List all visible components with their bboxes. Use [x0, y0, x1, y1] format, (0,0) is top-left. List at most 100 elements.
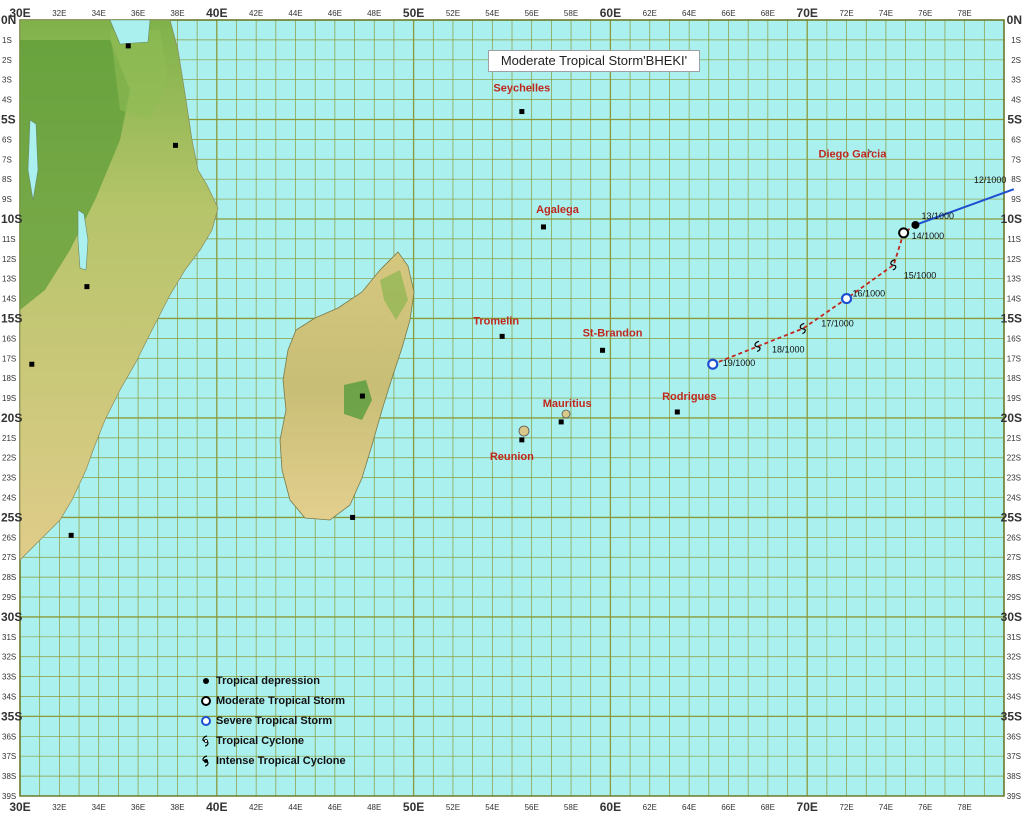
- legend: Tropical depression Moderate Tropical St…: [200, 673, 346, 773]
- lon-label-top: 44E: [288, 9, 302, 18]
- station-marker: [172, 142, 178, 148]
- lat-label-right: 7S: [1011, 155, 1021, 164]
- lat-label-left: 32S: [2, 653, 16, 662]
- place-label: Rodrigues: [662, 391, 716, 403]
- tropical-depression-marker: [911, 220, 920, 229]
- lat-label-left: 23S: [2, 474, 16, 483]
- map-canvas: Seychelles Diego Garcia Agalega Tromelin St-…: [1, 6, 1022, 814]
- lat-label-left: 7S: [2, 155, 12, 164]
- severe-storm-marker: [707, 358, 719, 370]
- lat-label-right: 15S: [1001, 311, 1022, 325]
- lon-label-top: 52E: [446, 9, 460, 18]
- track-point-label: 16/1000: [853, 289, 886, 299]
- station-marker: [558, 419, 564, 425]
- lat-label-left: 29S: [2, 593, 16, 602]
- lat-label-left: 20S: [1, 411, 22, 425]
- lat-label-right: 14S: [1007, 295, 1021, 304]
- lon-label-bottom: 68E: [761, 803, 775, 812]
- station-marker: [519, 437, 525, 443]
- station-marker: [125, 43, 131, 49]
- lon-label-bottom: 70E: [797, 800, 818, 814]
- lat-label-left: 15S: [1, 311, 22, 325]
- lon-label-top: 78E: [958, 9, 972, 18]
- lat-label-left: 21S: [2, 434, 16, 443]
- track-point-label: 19/1000: [723, 358, 756, 368]
- lon-label-bottom: 42E: [249, 803, 263, 812]
- legend-label: Tropical depression: [216, 675, 320, 687]
- lon-label-top: 46E: [328, 9, 342, 18]
- legend-item: Severe Tropical Storm: [200, 713, 346, 733]
- lat-label-right: 38S: [1007, 772, 1021, 781]
- lat-label-right: 35S: [1001, 709, 1022, 723]
- lon-label-bottom: 56E: [525, 803, 539, 812]
- lon-label-bottom: 72E: [839, 803, 853, 812]
- lat-label-left: 11S: [2, 235, 16, 244]
- station-marker: [674, 409, 680, 415]
- lon-label-top: 54E: [485, 9, 499, 18]
- lat-label-left: 28S: [2, 573, 16, 582]
- lon-label-bottom: 40E: [206, 800, 227, 814]
- place-label: Diego Garcia: [819, 148, 888, 160]
- lat-label-left: 14S: [2, 295, 16, 304]
- lon-label-top: 68E: [761, 9, 775, 18]
- lat-label-right: 3S: [1011, 76, 1021, 85]
- lat-label-right: 32S: [1007, 653, 1021, 662]
- lon-label-bottom: 30E: [9, 800, 30, 814]
- lat-label-right: 5S: [1007, 112, 1022, 126]
- legend-label: Intense Tropical Cyclone: [216, 755, 346, 767]
- station-marker: [540, 224, 546, 230]
- lon-label-bottom: 34E: [92, 803, 106, 812]
- lat-label-left: 19S: [2, 394, 16, 403]
- lat-label-left: 2S: [2, 56, 12, 65]
- lat-label-left: 18S: [2, 374, 16, 383]
- legend-item: Intense Tropical Cyclone: [200, 753, 346, 773]
- lat-label-left: 34S: [2, 693, 16, 702]
- lat-label-right: 9S: [1011, 195, 1021, 204]
- legend-item: Tropical depression: [200, 673, 346, 693]
- lon-label-top: 74E: [879, 9, 893, 18]
- lon-label-bottom: 52E: [446, 803, 460, 812]
- track-point-label: 14/1000: [912, 231, 945, 241]
- lat-label-right: 16S: [1007, 334, 1021, 343]
- lat-label-right: 18S: [1007, 374, 1021, 383]
- lon-label-bottom: 48E: [367, 803, 381, 812]
- lat-label-left: 33S: [2, 673, 16, 682]
- lat-label-right: 8S: [1011, 175, 1021, 184]
- intense-cyclone-icon: [202, 755, 209, 767]
- lat-label-left: 3S: [2, 76, 12, 85]
- lat-label-right: 34S: [1007, 693, 1021, 702]
- lat-label-left: 13S: [2, 275, 16, 284]
- lat-label-right: 11S: [1007, 235, 1021, 244]
- severe-storm-marker: [840, 292, 853, 305]
- lat-label-left: 8S: [2, 175, 12, 184]
- lat-label-left: 35S: [1, 709, 22, 723]
- legend-label: Severe Tropical Storm: [216, 715, 333, 727]
- station-marker: [350, 514, 356, 520]
- lon-label-bottom: 62E: [643, 803, 657, 812]
- lon-label-bottom: 76E: [918, 803, 932, 812]
- track-point-label: 18/1000: [772, 344, 805, 354]
- lat-label-right: 27S: [1007, 553, 1021, 562]
- lon-label-bottom: 74E: [879, 803, 893, 812]
- lat-label-left: 31S: [2, 633, 16, 642]
- lat-label-left: 27S: [2, 553, 16, 562]
- lat-label-left: 6S: [2, 135, 12, 144]
- lat-label-right: 23S: [1007, 474, 1021, 483]
- legend-item: Moderate Tropical Storm: [200, 693, 346, 713]
- lat-label-right: 21S: [1007, 434, 1021, 443]
- lon-label-bottom: 36E: [131, 803, 145, 812]
- lat-label-left: 37S: [2, 752, 16, 761]
- lon-label-bottom: 46E: [328, 803, 342, 812]
- lon-label-bottom: 50E: [403, 800, 424, 814]
- lon-label-top: 40E: [206, 6, 227, 20]
- lat-label-right: 31S: [1007, 633, 1021, 642]
- lon-label-top: 60E: [600, 6, 621, 20]
- lon-label-top: 34E: [92, 9, 106, 18]
- station-marker: [359, 393, 365, 399]
- lat-label-left: 17S: [2, 354, 16, 363]
- legend-label: Moderate Tropical Storm: [216, 695, 345, 707]
- lon-label-bottom: 58E: [564, 803, 578, 812]
- lat-label-right: 26S: [1007, 533, 1021, 542]
- lat-label-right: 36S: [1007, 732, 1021, 741]
- lon-label-bottom: 38E: [170, 803, 184, 812]
